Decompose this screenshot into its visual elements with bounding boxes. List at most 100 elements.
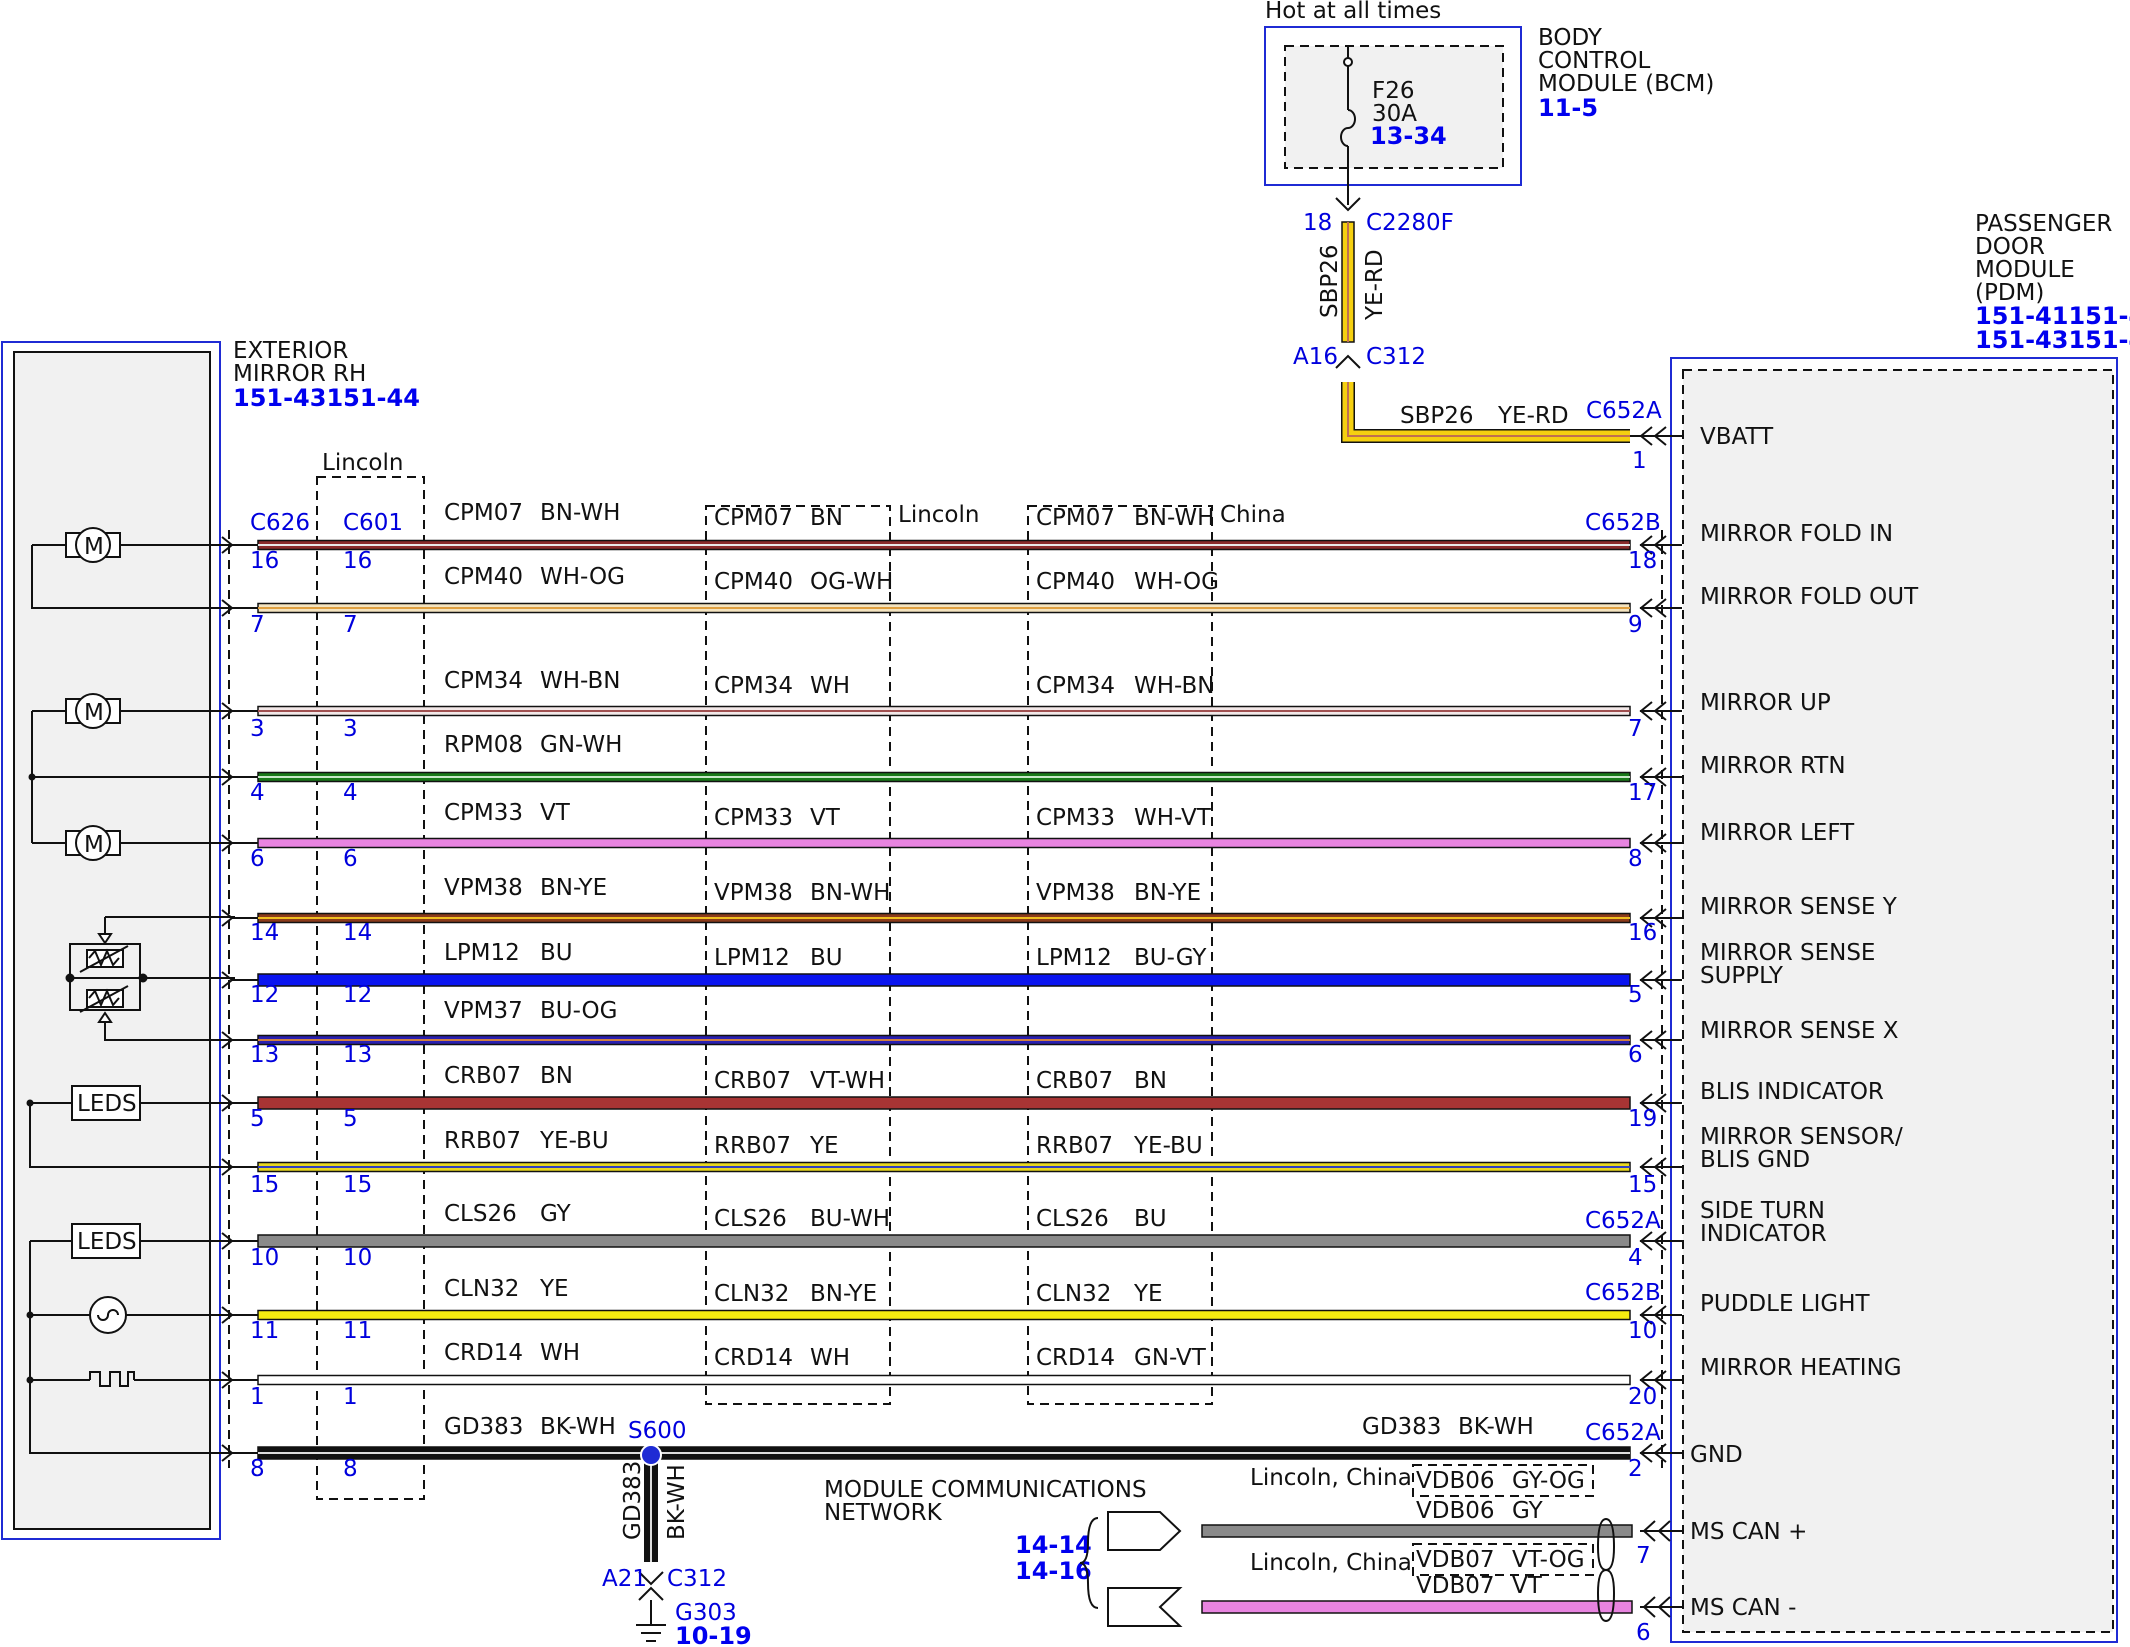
c2280f-label: C2280F (1366, 210, 1454, 236)
pin-pdm: 5 (1628, 982, 1643, 1008)
can-plus-wire[interactable] (1201, 1524, 1633, 1538)
pdm-ref-2[interactable]: 151-43151-44 (1975, 326, 2130, 354)
wire-cln32[interactable] (257, 1309, 1631, 1321)
c652a-side-turn-label: C652A (1585, 1208, 1661, 1234)
wire-lincoln-circuit: CRB07 (714, 1068, 791, 1094)
can-plus-variant: Lincoln, China (1250, 1465, 1412, 1491)
pin-pdm: 20 (1628, 1384, 1657, 1410)
wire-lincoln-circuit: LPM12 (714, 945, 790, 971)
network-ref-2[interactable]: 14-16 (1015, 1557, 1092, 1585)
wire-cpm33[interactable] (257, 837, 1631, 849)
wire-china-color: WH-BN (1134, 673, 1215, 699)
can-plus-pin: 7 (1636, 1543, 1651, 1569)
puddle-lamp-icon (89, 1296, 127, 1334)
can-minus-connector-icon (1107, 1587, 1183, 1627)
fuse-ref[interactable]: 13-34 (1370, 122, 1447, 150)
ground-pin: A21 (602, 1566, 647, 1592)
ground-icon (636, 1624, 666, 1642)
can-minus-wire[interactable] (1201, 1600, 1633, 1614)
wire-china-color: BN-YE (1134, 880, 1201, 906)
wire-china-color: BN (1134, 1068, 1167, 1094)
feed-color: YE-RD (1497, 403, 1569, 429)
c312-label: C312 (1366, 344, 1426, 370)
pin-c601: 12 (343, 982, 372, 1008)
bcm-block: Hot at all times BODY CONTROL MODULE (BC… (1264, 0, 1714, 205)
motor-letter: M (84, 832, 104, 858)
wire-color: BK-WH (540, 1414, 616, 1440)
wire-color: GN-WH (540, 732, 622, 758)
can-minus-label: MS CAN - (1690, 1595, 1796, 1621)
wire-circuit: GD383 (444, 1414, 523, 1440)
wire-color: BN (540, 1063, 573, 1089)
wire-lincoln-circuit: RRB07 (714, 1133, 791, 1159)
pin-pdm: 15 (1628, 1172, 1657, 1198)
pin-c626: 11 (250, 1318, 279, 1344)
pin-c601: 7 (343, 612, 358, 638)
pdm-arrow-icon (1630, 426, 1682, 446)
pdm-inner-box (1682, 369, 2114, 1633)
wire-circuit: CPM33 (444, 800, 523, 826)
feed-color-vertical: YE-RD (1362, 249, 1388, 321)
ground-connector: C312 (667, 1566, 727, 1592)
ground-color-vertical: BK-WH (664, 1464, 690, 1540)
feed-pdm-pin: 1 (1632, 448, 1647, 474)
wire-lincoln-color: VT (810, 805, 841, 831)
pdm-arrow-icon (1639, 598, 1682, 618)
c652b-puddle-label: C652B (1585, 1280, 1661, 1306)
wire-china-circuit: CPM33 (1036, 805, 1115, 831)
ground-circuit-vertical: GD383 (620, 1461, 646, 1540)
wire-china-circuit: VPM38 (1036, 880, 1115, 906)
pdm-function-label: MIRROR SENSE Y (1700, 894, 1898, 920)
pin-c626: 1 (250, 1384, 265, 1410)
pin-c601: 15 (343, 1172, 372, 1198)
wire-china-circuit: RRB07 (1036, 1133, 1113, 1159)
lincoln-variant-label: Lincoln (898, 502, 979, 528)
wire-circuit: RRB07 (444, 1128, 521, 1154)
pin-pdm: 17 (1628, 780, 1657, 806)
wire-china-color: WH-OG (1134, 569, 1219, 595)
wire-lincoln-color: WH (810, 1345, 850, 1371)
pin-pdm: 9 (1628, 612, 1643, 638)
vertical-motor-icon: M (65, 693, 121, 729)
pdm-function-label: GND (1690, 1442, 1743, 1468)
network-block: MODULE COMMUNICATIONS NETWORK 14-14 14-1… (824, 1464, 1807, 1646)
wire-china-color: YE-BU (1133, 1133, 1203, 1159)
wire-china-circuit: CLS26 (1036, 1206, 1109, 1232)
wire-lpm12[interactable] (257, 973, 1631, 987)
blis-leds-icon: LEDS (71, 1085, 141, 1121)
connector-arrow-icon (1335, 354, 1361, 369)
pin-pdm: 7 (1628, 716, 1643, 742)
wire-crb07[interactable] (257, 1096, 1631, 1110)
wire-lincoln-circuit: CRD14 (714, 1345, 793, 1371)
wire-lincoln-circuit: CLN32 (714, 1281, 789, 1307)
wire-lincoln-color: VT-WH (810, 1068, 885, 1094)
wire-lincoln-color: OG-WH (810, 569, 893, 595)
pin-c626: 5 (250, 1106, 265, 1132)
wire-lincoln-circuit: CLS26 (714, 1206, 787, 1232)
wire-china-color: BU (1134, 1206, 1167, 1232)
pin-c626: 7 (250, 612, 265, 638)
wire-color: WH-BN (540, 668, 621, 694)
pdm-function-label: MIRROR LEFT (1700, 820, 1855, 846)
pin-c601: 16 (343, 548, 372, 574)
pdm-function-label: MIRROR RTN (1700, 753, 1846, 779)
pin-c626: 13 (250, 1042, 279, 1068)
wire-cls26[interactable] (257, 1234, 1631, 1248)
pdm-block: PASSENGER DOOR MODULE (PDM) 151-41151-42… (1670, 211, 2130, 1643)
bcm-ref[interactable]: 11-5 (1538, 94, 1598, 122)
pin-pdm: 2 (1628, 1456, 1643, 1482)
pdm-function-label: BLIS INDICATOR (1700, 1079, 1884, 1105)
wire-circuit: CRD14 (444, 1340, 523, 1366)
wire-color: BN-WH (540, 500, 620, 526)
pdm-function-label: MIRROR UP (1700, 690, 1831, 716)
mirror-ref[interactable]: 151-43151-44 (233, 384, 420, 412)
wire-color: BU-OG (540, 998, 617, 1024)
pdm-function-label: PUDDLE LIGHT (1700, 1291, 1870, 1317)
wire-color: YE (539, 1276, 569, 1302)
network-ref-1[interactable]: 14-14 (1015, 1531, 1092, 1559)
ground-ref[interactable]: 10-19 (675, 1622, 752, 1647)
wire-china-color: BN-WH (1134, 505, 1214, 531)
wire-circuit: CRB07 (444, 1063, 521, 1089)
wire-china-circuit: CPM07 (1036, 505, 1115, 531)
wire-crd14[interactable] (257, 1374, 1631, 1386)
